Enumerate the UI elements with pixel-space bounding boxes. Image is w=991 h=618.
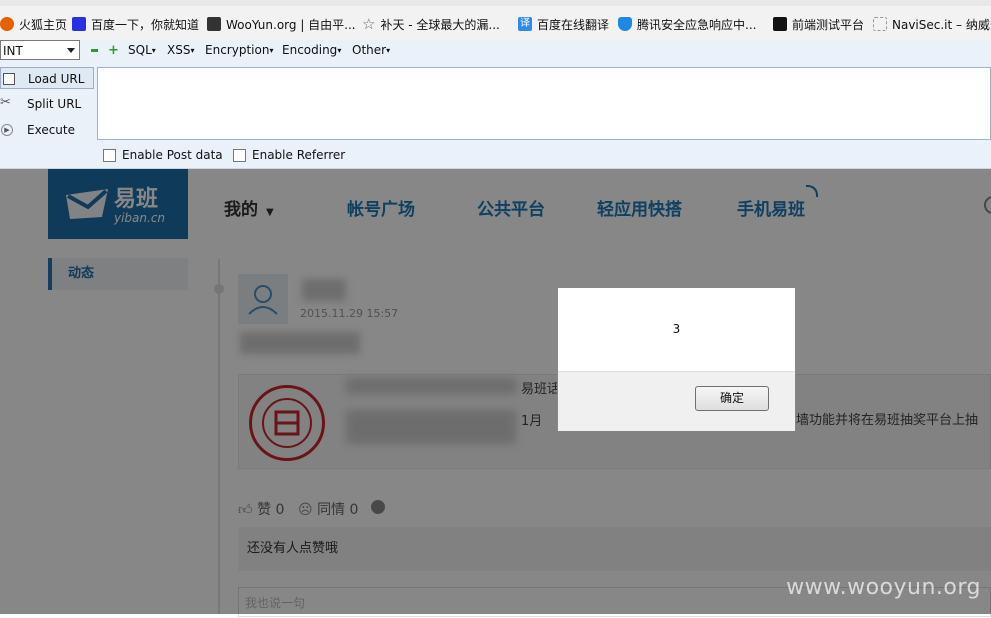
load-url-button[interactable]: Load URL: [0, 67, 94, 89]
menu-label: SQL: [128, 43, 152, 57]
alert-body: 3: [558, 288, 795, 371]
button-label: Split URL: [27, 97, 82, 111]
ok-button[interactable]: 确定: [695, 386, 769, 411]
button-label: Load URL: [28, 72, 85, 86]
play-icon: ▶: [1, 124, 13, 136]
scissors-icon: ✂: [0, 95, 11, 110]
plus-icon[interactable]: +: [108, 43, 119, 58]
menu-encryption[interactable]: Encryption▾: [205, 43, 273, 57]
chevron-down-icon: [67, 48, 75, 53]
select-value: INT: [3, 44, 23, 58]
bookmark-label: 百度在线翻译: [537, 17, 610, 32]
menu-label: Encryption: [205, 43, 270, 57]
hackbar-toolbar: INT + SQL▾ XSS▾ Encryption▾ Encoding▾ Ot…: [0, 40, 991, 62]
menu-sql[interactable]: SQL▾: [128, 43, 156, 57]
alert-dialog: 3 确定: [557, 287, 796, 431]
menu-label: XSS: [167, 43, 191, 57]
alert-footer: 确定: [558, 371, 795, 431]
firefox-icon: [0, 17, 14, 31]
split-url-button[interactable]: ✂ Split URL: [0, 93, 94, 115]
bookmark-baidu-translate[interactable]: 译 百度在线翻译: [518, 16, 609, 32]
bookmark-butian[interactable]: ☆ 补天 - 全球最大的漏...: [362, 15, 500, 33]
modal-overlay: [0, 169, 991, 614]
button-label: Execute: [27, 123, 75, 137]
bookmark-label: 前端测试平台: [792, 17, 865, 32]
menu-other[interactable]: Other▾: [352, 43, 390, 57]
checkbox-label: Enable Referrer: [252, 148, 346, 162]
bookmarks-toolbar: 火狐主页 百度一下，你就知道 WooYun.org | 自由平... ☆ 补天 …: [0, 0, 991, 41]
menu-label: Encoding: [282, 43, 338, 57]
url-textarea[interactable]: [97, 67, 991, 140]
minus-icon[interactable]: [91, 49, 98, 52]
bookmark-firefox-home[interactable]: 火狐主页: [0, 16, 67, 32]
bookmark-label: 补天 - 全球最大的漏...: [380, 17, 500, 32]
bookmark-baidu[interactable]: 百度一下，你就知道: [72, 16, 199, 32]
bookmark-label: NaviSec.it – 纳威安: [892, 17, 991, 32]
urlbar-edge: [0, 0, 991, 6]
bookmark-label: 百度一下，你就知道: [91, 17, 200, 32]
spider-icon: [773, 17, 787, 31]
translate-icon: 译: [518, 17, 532, 31]
bookmark-label: 腾讯安全应急响应中...: [637, 17, 757, 32]
checkbox[interactable]: [233, 148, 246, 162]
load-url-icon: [3, 73, 15, 85]
menu-label: Other: [352, 43, 387, 57]
star-outline-icon: ☆: [362, 15, 376, 33]
bookmark-wooyun[interactable]: WooYun.org | 自由平...: [207, 16, 356, 32]
checkbox[interactable]: [103, 148, 116, 162]
caret-icon: ▾: [190, 46, 195, 55]
caret-icon: ▾: [337, 46, 342, 55]
caret-icon: ▾: [269, 46, 274, 55]
bookmark-navisec[interactable]: NaviSec.it – 纳威安: [873, 16, 991, 32]
menu-xss[interactable]: XSS▾: [167, 43, 194, 57]
baidu-paw-icon: [72, 17, 86, 31]
blank-page-icon: [873, 17, 887, 31]
enable-post-checkbox[interactable]: Enable Post data: [103, 148, 223, 162]
hackbar-panel: Load URL ✂ Split URL ▶ Execute Enable Po…: [0, 62, 991, 169]
execute-button[interactable]: ▶ Execute: [0, 119, 94, 141]
bookmark-tencent-src[interactable]: 腾讯安全应急响应中...: [618, 16, 756, 32]
caret-icon: ▾: [386, 46, 391, 55]
enable-referrer-checkbox[interactable]: Enable Referrer: [233, 148, 345, 162]
alert-message: 3: [672, 322, 681, 336]
bookmark-frontend-test[interactable]: 前端测试平台: [773, 16, 864, 32]
bookmark-label: WooYun.org | 自由平...: [226, 17, 356, 32]
bookmark-label: 火狐主页: [19, 17, 68, 32]
tencent-shield-icon: [618, 17, 632, 31]
watermark: www.wooyun.org: [786, 575, 981, 600]
encoding-select[interactable]: INT: [0, 40, 80, 60]
menu-encoding[interactable]: Encoding▾: [282, 43, 341, 57]
wooyun-icon: [207, 17, 221, 31]
checkbox-label: Enable Post data: [122, 148, 223, 162]
caret-icon: ▾: [151, 46, 156, 55]
